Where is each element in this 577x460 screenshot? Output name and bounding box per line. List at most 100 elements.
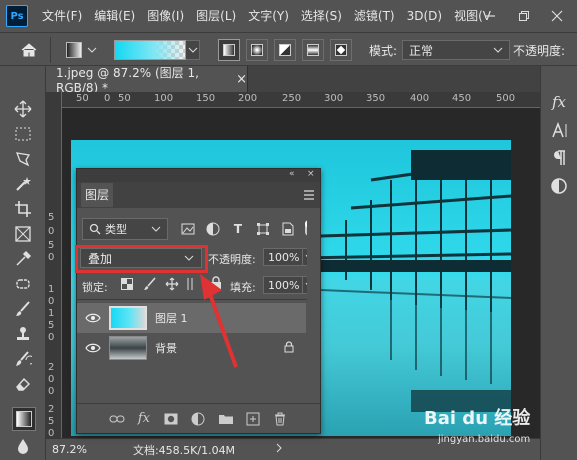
new-adjustment-layer-icon[interactable] (189, 410, 207, 428)
delete-layer-icon[interactable] (271, 410, 289, 428)
horizontal-ruler: 50 0 50 100 150 200 250 300 350 400 450 … (46, 92, 540, 108)
panel-menu-icon[interactable] (303, 190, 315, 203)
close-panel-icon[interactable]: × (307, 169, 315, 179)
lock-image-pixels-icon[interactable] (143, 277, 157, 294)
menu-edit[interactable]: 编辑(E) (88, 0, 141, 32)
reflected-gradient-icon[interactable] (302, 39, 324, 61)
mode-value: 正常 (409, 43, 434, 58)
character-panel-icon[interactable] (547, 118, 571, 142)
ruler-tick-label: 500 (496, 93, 516, 104)
zoom-level[interactable]: 87.2% (52, 443, 87, 456)
crop-tool-icon[interactable] (12, 198, 34, 220)
ruler-tick-label: 5 (48, 320, 55, 331)
fill-input[interactable]: 100% (263, 276, 303, 294)
chevron-down-icon[interactable] (186, 40, 200, 60)
ruler-tick-label: 0 (48, 332, 55, 343)
filter-type-icon[interactable]: T (230, 221, 246, 237)
ruler-tick-label: 5 (48, 212, 55, 223)
mode-dropdown[interactable]: 正常 (402, 40, 510, 60)
opacity-input[interactable]: 100% (263, 248, 303, 266)
opacity-label: 不透明度: (513, 43, 566, 58)
tab-layers[interactable]: 图层 (81, 183, 113, 207)
document-tab-title: 1.jpeg @ 87.2% (图层 1, RGB/8) * (56, 65, 199, 95)
layer-name: 背景 (155, 342, 177, 355)
lasso-tool-icon[interactable] (12, 148, 34, 170)
diamond-gradient-icon[interactable] (330, 39, 352, 61)
lock-position-icon[interactable] (165, 277, 179, 294)
styles-fx-icon[interactable]: fx (547, 90, 571, 114)
marquee-tool-icon[interactable] (12, 123, 34, 145)
gradient-type-group (218, 33, 352, 67)
adjustments-panel-icon[interactable] (547, 174, 571, 198)
watermark-brand: Bai du 经验 (424, 408, 531, 429)
document-tab[interactable]: 1.jpeg @ 87.2% (图层 1, RGB/8) * × (46, 65, 248, 95)
magic-wand-tool-icon[interactable] (12, 173, 34, 195)
ruler-tick-label: 1 (48, 284, 55, 295)
filter-smart-object-icon[interactable] (280, 221, 296, 237)
clone-stamp-tool-icon[interactable] (12, 323, 34, 345)
ruler-tick-label: 50 (76, 93, 89, 104)
opacity-label: 不透明度: (208, 253, 256, 266)
move-tool-icon[interactable] (12, 98, 34, 120)
options-bar: 模式: 正常 不透明度: (0, 32, 577, 66)
menu-3d[interactable]: 3D(D) (401, 0, 448, 32)
filter-shape-icon[interactable] (255, 221, 271, 237)
add-mask-icon[interactable] (162, 410, 180, 428)
menu-image[interactable]: 图像(I) (141, 0, 190, 32)
layer-thumbnail (109, 306, 147, 330)
visibility-eye-icon[interactable] (83, 303, 103, 333)
ruler-tick-label: 0 (48, 374, 55, 385)
menu-filter[interactable]: 滤镜(T) (348, 0, 401, 32)
ruler-tick-label: 0 (48, 252, 55, 263)
brush-tool-icon[interactable] (12, 298, 34, 320)
blur-tool-icon[interactable] (12, 435, 34, 457)
chevron-right-icon[interactable] (275, 443, 283, 456)
healing-brush-tool-icon[interactable] (12, 273, 34, 295)
filter-pixel-icon[interactable] (180, 221, 196, 237)
lock-transparent-pixels-icon[interactable] (121, 278, 133, 293)
gradient-swatch[interactable] (114, 40, 186, 60)
layer-lock-icon (284, 340, 294, 356)
ruler-tick-label: 150 (196, 93, 216, 104)
layer-filter-value: 类型 (105, 223, 127, 236)
menu-layer[interactable]: 图层(L) (190, 0, 242, 32)
filter-adjustment-icon[interactable] (205, 221, 221, 237)
paragraph-panel-icon[interactable] (547, 146, 571, 170)
layers-scrollbar[interactable] (307, 208, 320, 403)
eyedropper-tool-icon[interactable] (12, 248, 34, 270)
gradient-picker[interactable] (114, 33, 200, 67)
close-tab-icon[interactable]: × (236, 72, 247, 87)
highlight-box (75, 245, 208, 273)
frame-tool-icon[interactable] (12, 223, 34, 245)
panel-title-bar[interactable]: « × (77, 169, 320, 182)
layer-filter-dropdown[interactable]: 类型 (82, 218, 168, 240)
ruler-tick-label: 300 (324, 93, 344, 104)
angle-gradient-icon[interactable] (274, 39, 296, 61)
baidu-jingyan-watermark: Bai du 经验 jingyan.baidu.com (424, 404, 544, 458)
layer-name: 图层 1 (155, 312, 188, 325)
eraser-tool-icon[interactable] (12, 373, 34, 395)
history-brush-tool-icon[interactable] (12, 348, 34, 370)
ruler-tick-label: 5 (48, 416, 55, 427)
new-group-icon[interactable] (217, 410, 235, 428)
link-layers-icon[interactable] (108, 410, 126, 428)
new-layer-icon[interactable] (244, 410, 262, 428)
visibility-eye-icon[interactable] (83, 333, 103, 363)
menu-select[interactable]: 选择(S) (295, 0, 348, 32)
layer-row-background[interactable]: 背景 (77, 333, 306, 363)
photoshop-logo: Ps (6, 5, 28, 27)
gradient-tool-icon[interactable] (12, 407, 36, 431)
collapse-panel-icon[interactable]: « (289, 169, 295, 179)
layer-row-layer1[interactable]: 图层 1 (77, 303, 306, 333)
menu-file[interactable]: 文件(F) (36, 0, 88, 32)
lock-artboard-icon[interactable] (186, 277, 194, 294)
menu-type[interactable]: 文字(Y) (242, 0, 295, 32)
radial-gradient-icon[interactable] (246, 39, 268, 61)
ruler-tick-label: 50 (118, 93, 131, 104)
layer-style-fx-icon[interactable]: fx (135, 410, 153, 428)
home-icon[interactable] (20, 33, 38, 67)
linear-gradient-icon[interactable] (218, 39, 240, 61)
gradient-tool-preset-icon[interactable] (66, 33, 98, 67)
close-icon[interactable] (537, 0, 577, 32)
opacity-value: 100% (268, 250, 300, 264)
